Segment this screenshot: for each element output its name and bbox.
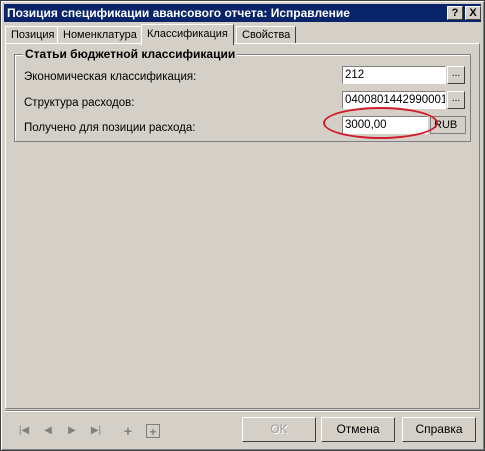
help-button[interactable]: Справка [402, 417, 476, 442]
first-record-icon[interactable]: |◀ [17, 424, 31, 438]
tab-position[interactable]: Позиция [5, 26, 61, 44]
economic-classification-field[interactable]: 212 [342, 66, 446, 84]
expense-structure-select-button[interactable]: ... [447, 91, 465, 109]
expense-structure-field[interactable]: 0400801442990001 [342, 91, 446, 109]
group-title: Статьи бюджетной классификации [23, 47, 238, 61]
add-icon[interactable]: + [121, 424, 135, 438]
economic-classification-select-button[interactable]: ... [447, 66, 465, 84]
add-copy-icon[interactable]: + [146, 424, 160, 439]
prev-record-icon[interactable]: ◀ [41, 424, 55, 438]
classification-panel: Статьи бюджетной классификации Экономиче… [5, 43, 480, 409]
ok-button[interactable]: OK [242, 417, 316, 442]
highlight-ellipse [323, 107, 438, 139]
tab-properties[interactable]: Свойства [236, 26, 297, 44]
economic-classification-label: Экономическая классификация: [24, 71, 197, 83]
next-record-icon[interactable]: ▶ [65, 424, 79, 438]
cancel-button[interactable]: Отмена [321, 417, 395, 442]
tab-classification[interactable]: Классификация [141, 24, 234, 45]
last-record-icon[interactable]: ▶| [89, 424, 103, 438]
dialog-window: Позиция спецификации авансового отчета: … [0, 0, 485, 451]
title-bar: Позиция спецификации авансового отчета: … [4, 4, 481, 22]
tab-nomenclature[interactable]: Номенклатура [57, 26, 143, 44]
close-title-button[interactable]: X [465, 6, 481, 20]
expense-structure-label: Структура расходов: [24, 97, 135, 109]
received-amount-label: Получено для позиции расхода: [24, 122, 196, 134]
help-title-button[interactable]: ? [447, 6, 463, 20]
window-title: Позиция спецификации авансового отчета: … [7, 6, 350, 20]
bottom-separator [5, 410, 480, 412]
